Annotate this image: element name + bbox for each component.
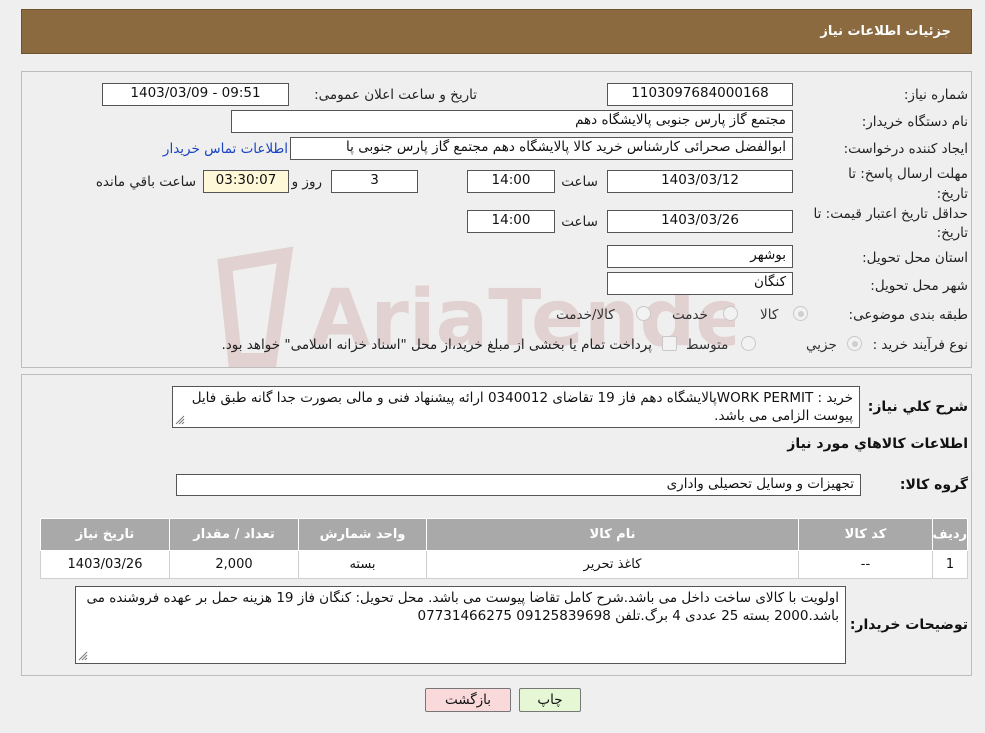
validity-time-field[interactable]: 14:00 <box>467 210 555 233</box>
category-option-goods: کالا <box>760 307 779 323</box>
requester-field[interactable]: ابوالفضل صحرائی کارشناس خرید کالا پالایش… <box>290 137 793 160</box>
city-field[interactable]: کنگان <box>607 272 793 295</box>
deadline-time-label: ساعت <box>561 174 598 190</box>
days-label: روز و <box>291 174 322 190</box>
col-unit: واحد شمارش <box>298 518 427 551</box>
buyer-org-label: نام دستگاه خریدار: <box>861 114 968 130</box>
cell-goods-code: -- <box>798 550 933 579</box>
category-radio-service[interactable] <box>723 306 738 321</box>
days-remaining-field[interactable]: 3 <box>331 170 418 193</box>
deadline-label: مهلت ارسال پاسخ: تا <box>848 166 968 182</box>
validity-label-date: تاریخ: <box>936 225 968 241</box>
announce-date-label: تاریخ و ساعت اعلان عمومی: <box>314 87 477 103</box>
process-option-minor: جزیي <box>806 337 837 353</box>
description-text: خرید : WORK PERMITپالایشگاه دهم فاز 19 ت… <box>191 390 853 424</box>
print-button[interactable]: چاپ <box>519 688 581 712</box>
need-number-field[interactable]: 1103097684000168 <box>607 83 793 106</box>
back-button[interactable]: بازگشت <box>425 688 511 712</box>
buyer-contact-link[interactable]: اطلاعات تماس خریدار <box>163 141 288 157</box>
deadline-date-field[interactable]: 1403/03/12 <box>607 170 793 193</box>
category-option-goods-service: کالا/خدمت <box>556 307 615 323</box>
city-label: شهر محل تحویل: <box>870 278 968 294</box>
resize-grip-icon[interactable] <box>175 415 185 425</box>
deadline-label-date: تاریخ: <box>936 186 968 202</box>
category-radio-goods-service[interactable] <box>636 306 651 321</box>
col-need-date: تاریخ نیاز <box>40 518 170 551</box>
resize-grip-icon[interactable] <box>78 651 88 661</box>
announce-date-field[interactable]: 1403/03/09 - 09:51 <box>102 83 289 106</box>
page-title: جزئیات اطلاعات نیاز <box>820 24 951 39</box>
validity-label: حداقل تاریخ اعتبار قیمت: تا <box>813 206 968 222</box>
description-textarea[interactable]: خرید : WORK PERMITپالایشگاه دهم فاز 19 ت… <box>172 386 860 428</box>
goods-table: رديف کد کالا نام کالا واحد شمارش تعداد /… <box>40 518 968 579</box>
table-row[interactable]: 1 -- کاغذ تحریر بسته 2,000 1403/03/26 <box>40 550 968 579</box>
col-goods-name: نام کالا <box>426 518 799 551</box>
col-goods-code: کد کالا <box>798 518 933 551</box>
buyer-notes-label: توضیحات خریدار: <box>849 617 968 633</box>
province-label: استان محل تحویل: <box>862 250 968 266</box>
remaining-time-label: ساعت باقي مانده <box>95 174 196 190</box>
goods-group-label: گروه کالا: <box>899 477 968 493</box>
buyer-org-field[interactable]: مجتمع گاز پارس جنوبی پالایشگاه دهم <box>231 110 793 133</box>
category-option-service: خدمت <box>672 307 708 323</box>
col-row-number: رديف <box>932 518 968 551</box>
province-field[interactable]: بوشهر <box>607 245 793 268</box>
page-header: جزئیات اطلاعات نیاز <box>21 9 972 54</box>
category-radio-goods[interactable] <box>793 306 808 321</box>
process-radio-minor[interactable] <box>847 336 862 351</box>
process-radio-medium[interactable] <box>741 336 756 351</box>
category-label: طبقه بندی موضوعی: <box>848 307 968 323</box>
treasury-note: پرداخت تمام یا بخشی از مبلغ خرید،از محل … <box>221 337 652 353</box>
table-header-row: رديف کد کالا نام کالا واحد شمارش تعداد /… <box>40 518 968 551</box>
buyer-notes-textarea[interactable]: اولویت با کالای ساخت داخل می باشد.شرح کا… <box>75 586 846 664</box>
process-type-label: نوع فرآیند خرید : <box>872 337 968 353</box>
requester-label: ایجاد کننده درخواست: <box>843 141 968 157</box>
cell-row-number: 1 <box>932 550 968 579</box>
process-checkbox-treasury[interactable] <box>662 336 677 351</box>
description-label: شرح کلي نياز: <box>867 399 968 415</box>
process-option-medium: متوسط <box>686 337 729 353</box>
cell-quantity: 2,000 <box>169 550 299 579</box>
cell-need-date: 1403/03/26 <box>40 550 170 579</box>
remaining-time-field[interactable]: 03:30:07 <box>203 170 289 193</box>
validity-time-label: ساعت <box>561 214 598 230</box>
buyer-notes-text: اولویت با کالای ساخت داخل می باشد.شرح کا… <box>86 590 839 624</box>
cell-unit: بسته <box>298 550 427 579</box>
validity-date-field[interactable]: 1403/03/26 <box>607 210 793 233</box>
need-number-label: شماره نیاز: <box>903 87 968 103</box>
deadline-time-field[interactable]: 14:00 <box>467 170 555 193</box>
goods-section-title: اطلاعات کالاهاي مورد نياز <box>787 436 968 452</box>
cell-goods-name: کاغذ تحریر <box>426 550 799 579</box>
goods-group-field[interactable]: تجهیزات و وسایل تحصیلی واداری <box>176 474 861 496</box>
col-quantity: تعداد / مقدار <box>169 518 299 551</box>
